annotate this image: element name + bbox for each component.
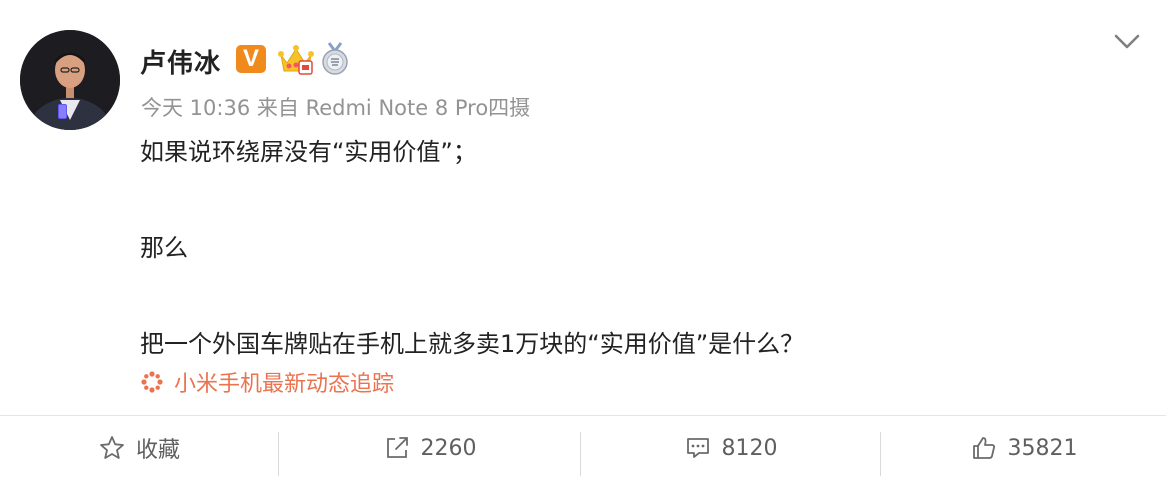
star-icon xyxy=(100,436,124,459)
source-prefix: 来自 xyxy=(256,96,299,120)
comment-icon xyxy=(686,438,709,458)
repost-count: 2260 xyxy=(420,435,477,461)
topic-flower-icon xyxy=(140,370,164,394)
comment-button[interactable]: 8120 xyxy=(581,416,880,480)
favorite-button[interactable]: 收藏 xyxy=(0,416,278,480)
repost-button[interactable]: 2260 xyxy=(279,416,580,480)
username[interactable]: 卢伟冰 xyxy=(140,43,221,80)
like-icon xyxy=(972,437,995,459)
avatar[interactable] xyxy=(20,30,120,130)
crown-badge-icon[interactable] xyxy=(278,43,314,77)
like-button[interactable]: 35821 xyxy=(881,416,1166,480)
weibo-post: 卢伟冰 V 今天 10:36 来自 Redmi Note 8 Pro四摄 如果说… xyxy=(0,0,1166,415)
topic-label[interactable]: 小米手机最新动态追踪 xyxy=(174,366,394,398)
verified-badge[interactable]: V xyxy=(236,45,266,73)
post-meta: 今天 10:36 来自 Redmi Note 8 Pro四摄 xyxy=(141,92,530,122)
source-device[interactable]: Redmi Note 8 Pro四摄 xyxy=(306,96,531,120)
post-content: 如果说环绕屏没有“实用价值”； 那么 把一个外国车牌贴在手机上就多卖1万块的“实… xyxy=(140,136,1120,360)
content-line: 如果说环绕屏没有“实用价值”； xyxy=(140,138,477,166)
content-line: 那么 xyxy=(140,234,188,262)
like-count: 35821 xyxy=(1007,435,1078,461)
medal-badge-icon[interactable] xyxy=(320,42,350,76)
chevron-down-icon[interactable] xyxy=(1112,30,1142,54)
favorite-label: 收藏 xyxy=(135,438,180,463)
repost-icon xyxy=(386,437,408,458)
content-line: 把一个外国车牌贴在手机上就多卖1万块的“实用价值”是什么？ xyxy=(140,330,805,358)
topic-link[interactable]: 小米手机最新动态追踪 xyxy=(140,366,394,398)
action-bar: 收藏 2260 8120 35821 xyxy=(0,416,1166,480)
comment-count: 8120 xyxy=(721,435,778,461)
timestamp[interactable]: 今天 10:36 xyxy=(141,96,250,120)
